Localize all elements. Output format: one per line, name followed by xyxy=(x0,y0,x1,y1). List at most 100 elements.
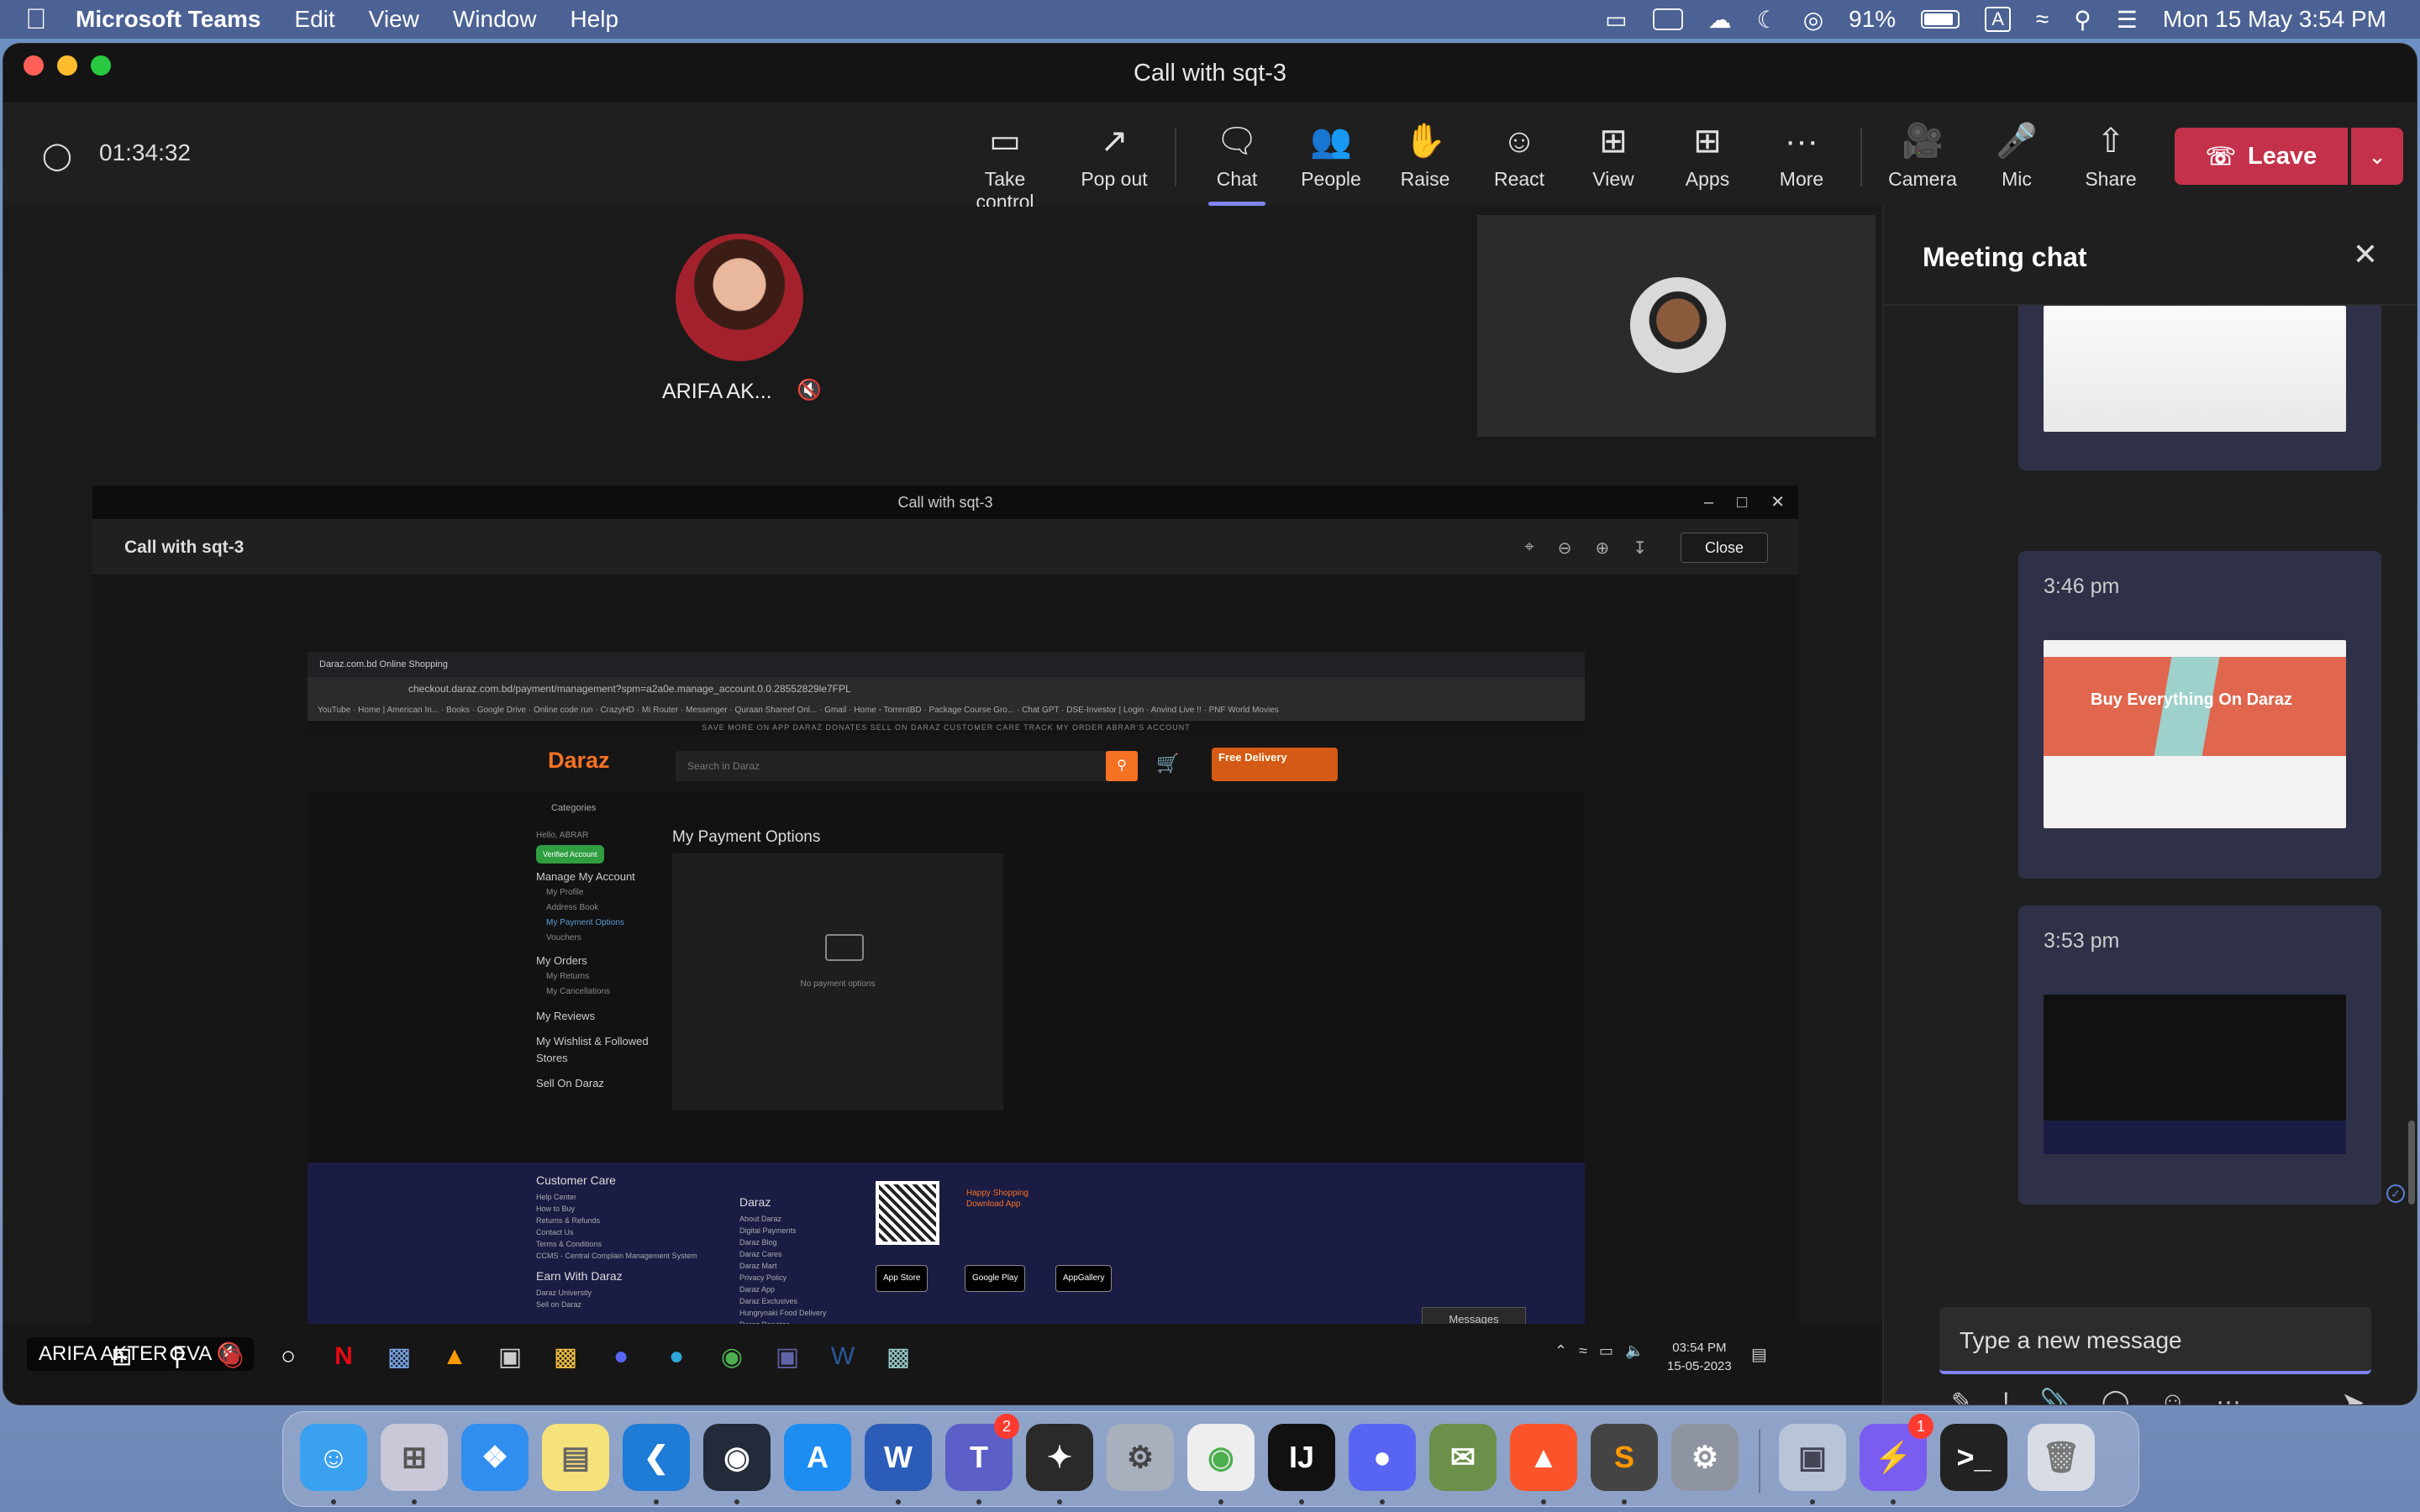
finder-icon[interactable]: ☺ xyxy=(300,1424,367,1491)
format-icon[interactable]: ✎ xyxy=(1951,1388,1972,1404)
app-store-icon[interactable]: A xyxy=(784,1424,851,1491)
zoom-out-icon: ⊖ xyxy=(1557,539,1572,558)
launchpad-icon[interactable]: ⊞ xyxy=(381,1424,448,1491)
pop-out-button[interactable]: ↗ Pop out xyxy=(1064,119,1165,191)
chevron-down-icon: ⌄ xyxy=(2368,143,2386,169)
raise-hand-button[interactable]: ✋ Raise xyxy=(1375,119,1476,191)
close-icon[interactable]: ✕ xyxy=(2353,237,2378,272)
chat-scrollbar[interactable] xyxy=(2408,1121,2415,1205)
chat-message[interactable]: 3:53 pm xyxy=(2018,906,2381,1205)
safari-icon[interactable]: ❖ xyxy=(461,1424,529,1491)
priority-icon[interactable]: ! xyxy=(2002,1388,2009,1404)
meeting-chat-panel: Meeting chat ✕ 3:46 pm Buy Everything On… xyxy=(1882,207,2417,1404)
apps-label: Apps xyxy=(1685,168,1730,190)
brave-icon[interactable]: ▲ xyxy=(1510,1424,1577,1491)
shield-icon[interactable]: ◯ xyxy=(42,139,72,171)
control-center-icon[interactable]: ☰ xyxy=(2117,6,2138,34)
chat-message[interactable]: 3:46 pm Buy Everything On Daraz xyxy=(2018,551,2381,879)
input-source-icon[interactable]: A xyxy=(1985,7,2011,32)
view-button[interactable]: ⊞ View xyxy=(1563,119,1664,191)
image-attachment[interactable]: Buy Everything On Daraz xyxy=(2044,640,2346,828)
footer-links: Help Center How to Buy Returns & Refunds… xyxy=(536,1193,697,1260)
leave-label: Leave xyxy=(2248,142,2317,170)
chrome-icon[interactable]: ◉ xyxy=(1187,1424,1255,1491)
apps-button[interactable]: ⊞ Apps xyxy=(1657,119,1758,191)
wifi-icon[interactable]: ≈ xyxy=(2036,6,2049,33)
battery-icon[interactable] xyxy=(1921,10,1960,29)
close-icon: ✕ xyxy=(1770,493,1785,512)
emoji-icon[interactable]: ☺ xyxy=(2160,1388,2186,1404)
daraz-top-strip: SAVE MORE ON APP DARAZ DONATES SELL ON D… xyxy=(308,721,1585,734)
running-indicator xyxy=(1622,1499,1627,1504)
more-button[interactable]: ··· More xyxy=(1751,119,1852,191)
people-button[interactable]: 👥 People xyxy=(1281,119,1381,191)
obs-studio-icon: ○ xyxy=(280,1342,297,1370)
discord-icon: ● xyxy=(613,1342,629,1370)
menu-help[interactable]: Help xyxy=(570,6,618,33)
taskbar-time: 03:54 PM xyxy=(1672,1341,1727,1355)
system-preferences-icon[interactable]: ⚙ xyxy=(1107,1424,1174,1491)
people-icon: 👥 xyxy=(1310,123,1352,160)
intellij-icon[interactable]: IJ xyxy=(1268,1424,1335,1491)
send-icon[interactable]: ➤ xyxy=(2341,1386,2365,1404)
system-settings-icon[interactable]: ⚙ xyxy=(1671,1424,1739,1491)
take-control-button[interactable]: ▭ Take control xyxy=(955,119,1055,213)
empty-state: No payment options xyxy=(800,979,876,989)
sublime-icon[interactable]: S xyxy=(1591,1424,1658,1491)
moon-icon[interactable]: ☾ xyxy=(1757,6,1778,34)
macos-dock: ☺ ⊞ ❖ ▤ ❮ ◉ A W T 2 ✦ ⚙ ◉ IJ ● ✉ ▲ S ⚙ ▣… xyxy=(282,1411,2139,1507)
daraz-logo: Daraz xyxy=(548,748,610,773)
menu-clock[interactable]: Mon 15 May 3:54 PM xyxy=(2163,6,2386,33)
menu-app-name[interactable]: Microsoft Teams xyxy=(76,6,260,33)
image-attachment[interactable] xyxy=(2044,306,2346,432)
airdrop-icon[interactable]: ◎ xyxy=(1803,6,1823,34)
discord-icon[interactable]: ● xyxy=(1349,1424,1416,1491)
menu-view[interactable]: View xyxy=(369,6,419,33)
mic-label: Mic xyxy=(2002,168,2032,190)
preview-icon[interactable]: ▣ xyxy=(1779,1424,1846,1491)
store-icon: ▣ xyxy=(497,1343,523,1371)
search-icon[interactable]: ⚲ xyxy=(2074,6,2091,34)
menu-edit[interactable]: Edit xyxy=(294,6,334,33)
share-button[interactable]: ⇧ Share xyxy=(2060,119,2161,191)
chat-message[interactable] xyxy=(2018,306,2381,470)
trash-icon[interactable]: 🗑 xyxy=(2028,1424,2095,1491)
more-options-icon[interactable]: ··· xyxy=(2216,1388,2241,1404)
screen-mirror-icon[interactable]: ▭ xyxy=(1605,6,1627,34)
close-window-button[interactable] xyxy=(24,55,44,76)
notes-icon[interactable]: ▤ xyxy=(542,1424,609,1491)
cloud-icon[interactable]: ☁ xyxy=(1708,6,1732,34)
mic-button[interactable]: 🎤 Mic xyxy=(1966,119,2067,191)
attach-icon[interactable]: 📎 xyxy=(2039,1388,2070,1404)
menu-window[interactable]: Window xyxy=(453,6,537,33)
message-time: 3:46 pm xyxy=(2044,575,2120,598)
calendar-icon[interactable] xyxy=(1652,8,1683,30)
minimize-window-button[interactable] xyxy=(57,55,77,76)
message-compose-box[interactable]: Type a new message xyxy=(1939,1307,2371,1374)
chevron-up-icon: ⌃ xyxy=(1555,1342,1568,1359)
zoom-window-button[interactable] xyxy=(91,55,111,76)
meeting-timer: 01:34:32 xyxy=(99,139,191,165)
figma-icon[interactable]: ✦ xyxy=(1026,1424,1093,1491)
mail-app-icon[interactable]: ✉ xyxy=(1429,1424,1497,1491)
obs-icon[interactable]: ◉ xyxy=(703,1424,771,1491)
loop-icon[interactable]: ◯ xyxy=(2102,1388,2130,1404)
mic-icon: 🎤 xyxy=(1996,123,2038,160)
terminal-icon[interactable]: >_ xyxy=(1940,1424,2007,1491)
participant-avatar[interactable] xyxy=(676,234,803,361)
image-attachment[interactable] xyxy=(2044,995,2346,1154)
participant-video-tile[interactable] xyxy=(1477,215,1876,437)
react-button[interactable]: ☺ React xyxy=(1469,119,1570,191)
nav-my-orders: My Orders xyxy=(536,954,587,967)
word-icon[interactable]: W xyxy=(865,1424,932,1491)
vscode-icon[interactable]: ❮ xyxy=(623,1424,690,1491)
apple-icon[interactable]:  xyxy=(25,3,76,36)
leave-button[interactable]: ☏ Leave xyxy=(2175,128,2348,185)
camera-button[interactable]: 🎥 Camera xyxy=(1872,119,1973,191)
teams-window: Call with sqt-3 ◯ 01:34:32 ▭ Take contro… xyxy=(3,44,2417,1404)
chat-button[interactable]: 🗨 Chat xyxy=(1186,119,1287,206)
taskbar-icons: ⊞ ⚲ ◉ ○ N ▩ ▲ ▣ ▩ ● ● ◉ ▣ W ▩ xyxy=(108,1342,913,1372)
banner-text: Buy Everything On Daraz xyxy=(2091,690,2293,709)
folder-icon: ▩ xyxy=(553,1343,578,1371)
leave-options-button[interactable]: ⌄ xyxy=(2351,128,2403,185)
